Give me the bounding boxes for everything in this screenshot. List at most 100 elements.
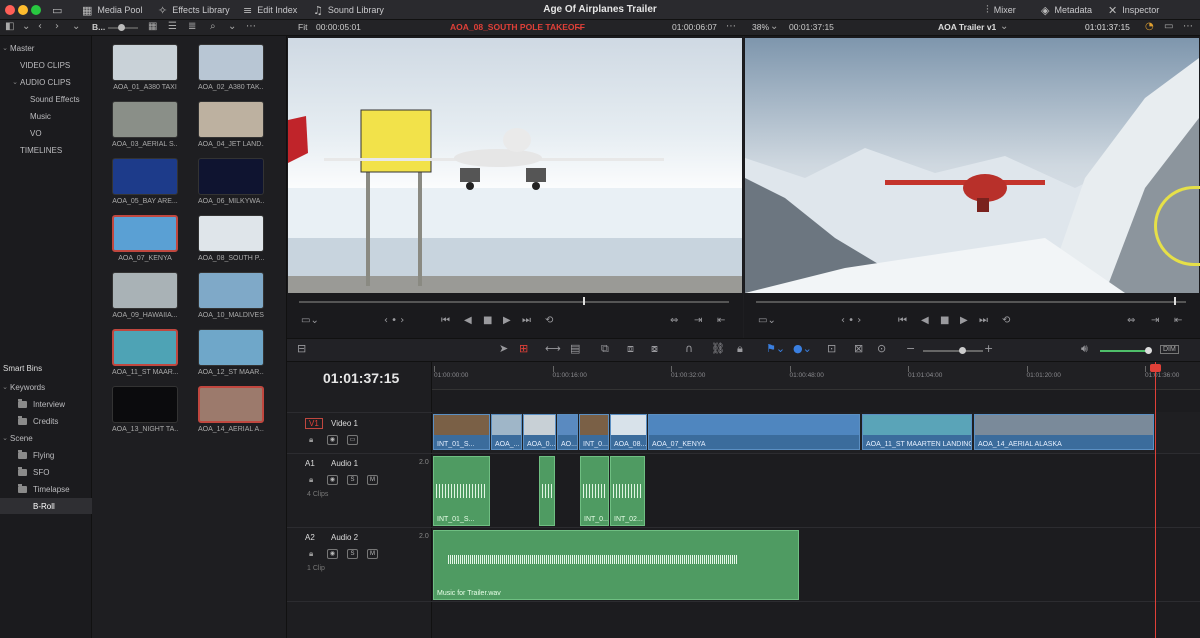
volume-slider[interactable] (1100, 350, 1150, 352)
timeline-name[interactable]: AOA Trailer v1 (938, 22, 996, 32)
audio-clip[interactable]: INT_02... (610, 456, 645, 526)
zoom-in-icon[interactable]: + (984, 342, 993, 355)
skip-to-end-icon[interactable]: ⏭ (979, 315, 988, 326)
lock-icon[interactable]: 🔒︎ (309, 475, 313, 485)
clip-thumbnail-image[interactable] (198, 272, 264, 309)
clip-thumbnail[interactable]: AOA_09_HAWAIIA... (112, 272, 178, 319)
clip-thumbnail-image[interactable] (112, 44, 178, 81)
mark-in-icon[interactable]: ⇥ (694, 315, 702, 326)
dim-button[interactable]: DIM (1160, 345, 1179, 354)
smart-bin-item[interactable]: ⌄ Scene (0, 430, 92, 446)
auto-select-icon[interactable]: ◉ (327, 549, 338, 559)
clip-thumbnail-image[interactable] (112, 329, 178, 366)
clip-thumbnail-image[interactable] (198, 158, 264, 195)
chevron-down-icon[interactable]: ⌄ (0, 434, 10, 442)
selection-tool-icon[interactable]: ➤ (499, 342, 508, 355)
trim-tool-icon[interactable]: ⊞ (519, 342, 528, 355)
chevron-down-icon[interactable]: ⌄ (228, 21, 236, 32)
smart-bin-item[interactable]: ⌄ Keywords (0, 379, 92, 395)
clip-thumbnail[interactable]: AOA_04_JET LAND... (198, 101, 264, 148)
insert-clip-icon[interactable]: ⧉ (601, 342, 609, 356)
mark-out-icon[interactable]: ⇤ (1174, 315, 1182, 326)
loop-icon[interactable]: ⟲ (1002, 315, 1010, 326)
mark-out-icon[interactable]: ⇤ (717, 315, 725, 326)
skip-to-end-icon[interactable]: ⏭ (522, 315, 531, 326)
clip-thumbnail-image[interactable] (198, 44, 264, 81)
bin-item[interactable]: ⌄ AUDIO CLIPS (0, 74, 92, 90)
clip-thumbnail-image[interactable] (112, 158, 178, 195)
edit-index-button[interactable]: ≡ Edit Index (243, 0, 297, 20)
timeline-zoom-slider[interactable] (923, 350, 983, 352)
audio-clip[interactable]: Music for Trailer.wav (433, 530, 799, 600)
source-scrub-bar[interactable] (299, 301, 729, 303)
clip-thumbnail[interactable]: AOA_14_AERIAL A... (198, 386, 264, 433)
dynamic-trim-icon[interactable]: ⟷ (545, 342, 561, 355)
clip-thumbnail-image[interactable] (198, 215, 264, 252)
solo-button[interactable]: S (347, 549, 358, 559)
link-icon[interactable]: ⛓ (711, 342, 725, 355)
close-window-button[interactable] (5, 5, 15, 15)
clip-thumbnail[interactable]: AOA_13_NIGHT TA... (112, 386, 178, 433)
chevron-down-icon[interactable]: ⌄ (72, 21, 80, 32)
clip-thumbnail[interactable]: AOA_01_A380 TAXI (112, 44, 178, 91)
sound-library-button[interactable]: ♫ Sound Library (313, 0, 384, 20)
clip-thumbnail-image[interactable] (112, 386, 178, 423)
video-clip[interactable]: INT_01_S... (433, 414, 490, 450)
monitor-icon[interactable]: ▭ (52, 0, 62, 20)
match-frame-icon[interactable]: ⇔ (670, 315, 678, 326)
playhead-handle[interactable] (1150, 364, 1161, 372)
play-icon[interactable]: ▶ (503, 315, 511, 326)
timeline-viewer-playhead[interactable] (1174, 297, 1176, 305)
zoom-detail-icon[interactable]: ⊠ (854, 342, 863, 355)
video-clip[interactable]: AOA_... (491, 414, 522, 450)
speaker-icon[interactable]: 🔊︎ (1081, 342, 1088, 356)
clip-thumbnail[interactable]: AOA_11_ST MAAR... (112, 329, 178, 376)
timeline-options-icon[interactable]: ⊟ (297, 342, 306, 355)
clip-thumbnail[interactable]: AOA_12_ST MAAR... (198, 329, 264, 376)
lock-icon[interactable]: 🔒︎ (737, 342, 743, 356)
mixer-button[interactable]: ⫶ Mixer (986, 0, 1016, 20)
source-playhead[interactable] (583, 297, 585, 305)
stop-icon[interactable]: ■ (940, 315, 949, 326)
clip-thumbnail-image[interactable] (112, 101, 178, 138)
video-clip[interactable]: AOA_11_ST MAARTEN LANDING (862, 414, 972, 450)
video-clip[interactable]: AOA_07_KENYA (648, 414, 860, 450)
reverse-icon[interactable]: ◀ (921, 315, 929, 326)
smart-bin-item[interactable]: Flying (0, 447, 92, 463)
timeline-frame[interactable] (745, 38, 1199, 293)
mark-in-icon[interactable]: ⇥ (1151, 315, 1159, 326)
marker-icon[interactable]: ●⌄ (793, 342, 812, 355)
audio-clip[interactable] (539, 456, 555, 526)
solo-button[interactable]: S (347, 475, 358, 485)
zoom-full-icon[interactable]: ⊡ (827, 342, 836, 355)
overwrite-clip-icon[interactable]: ⧈ (627, 342, 634, 356)
zoom-window-button[interactable] (31, 5, 41, 15)
effects-library-button[interactable]: ✧ Effects Library (158, 0, 230, 20)
timeline-zoom[interactable]: 38% (752, 22, 769, 32)
clip-thumbnail[interactable]: AOA_07_KENYA (112, 215, 178, 262)
audio-clip[interactable]: INT_0... (580, 456, 609, 526)
audio-clip[interactable]: INT_01_S... (433, 456, 490, 526)
video-clip[interactable]: AO... (557, 414, 578, 450)
clip-thumbnail-image[interactable] (198, 329, 264, 366)
media-pool-button[interactable]: ▦ Media Pool (82, 0, 142, 20)
skip-to-start-icon[interactable]: ⏮ (898, 315, 907, 326)
panel-toggle-icon[interactable]: ◧ (5, 21, 14, 32)
bin-item[interactable]: Music (0, 108, 92, 124)
stop-icon[interactable]: ■ (483, 315, 492, 326)
chevron-down-icon[interactable]: ⌄ (1000, 21, 1008, 32)
bin-item[interactable]: Sound Effects (0, 91, 92, 107)
match-frame-icon[interactable]: ⇔ (1127, 315, 1135, 326)
video-clip[interactable]: AOA_0... (523, 414, 556, 450)
bin-item[interactable]: VIDEO CLIPS (0, 57, 92, 73)
chevron-down-icon[interactable]: ⌄ (0, 383, 10, 391)
auto-select-icon[interactable]: ◉ (327, 475, 338, 485)
timeline-viewer-size-icon[interactable]: ▭⌄ (758, 315, 776, 326)
replace-clip-icon[interactable]: ⧇ (651, 342, 658, 356)
thumbnail-view-icon[interactable]: ▦ (148, 21, 157, 32)
bin-path[interactable]: B... (92, 22, 105, 32)
timeline-ruler[interactable]: 01:00:00:00 01:00:16:00 01:00:32:00 01:00:4… (432, 362, 1200, 390)
clip-thumbnail-image[interactable] (112, 215, 178, 252)
play-icon[interactable]: ▶ (960, 315, 968, 326)
video-clip[interactable]: INT_0... (579, 414, 609, 450)
